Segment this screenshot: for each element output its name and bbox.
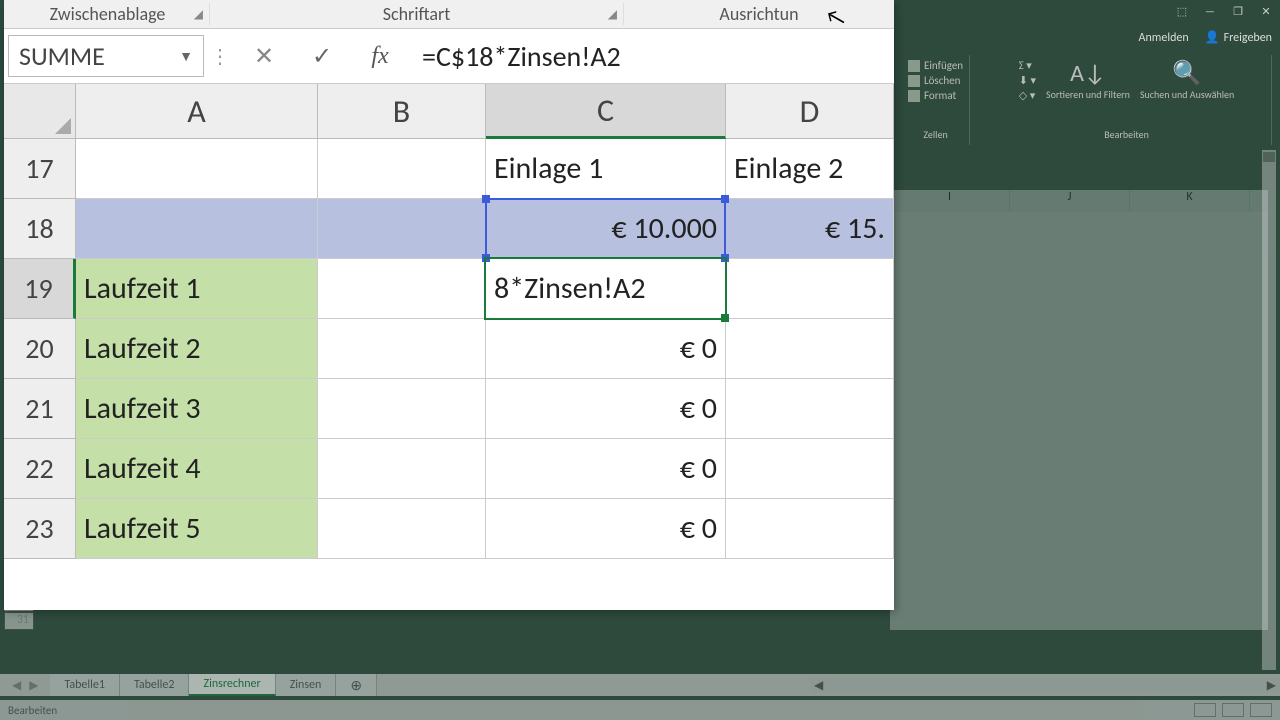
clipboard-launcher-icon[interactable]: ◢ bbox=[194, 7, 203, 22]
autosum-button[interactable]: Σ ▾ bbox=[1019, 59, 1036, 72]
fill-button[interactable]: ⬇ ▾ bbox=[1019, 74, 1036, 87]
cell-B19[interactable] bbox=[318, 259, 486, 319]
row-header-20[interactable]: 20 bbox=[4, 319, 76, 379]
cell-C21[interactable]: € 0 bbox=[486, 379, 726, 439]
close-button[interactable]: ✕ bbox=[1252, 0, 1280, 22]
col-header-J[interactable]: J bbox=[1010, 190, 1130, 212]
cell-B18[interactable] bbox=[318, 199, 486, 259]
cell-A22[interactable]: Laufzeit 4 bbox=[76, 439, 318, 499]
namebox-resize-handle[interactable]: ⋮ bbox=[210, 44, 230, 69]
cell-B20[interactable] bbox=[318, 319, 486, 379]
cell-C18[interactable]: € 10.000 bbox=[486, 199, 726, 259]
cell-A17[interactable] bbox=[76, 139, 318, 199]
add-sheet-button[interactable]: ⊕ bbox=[336, 674, 377, 696]
fill-handle[interactable] bbox=[721, 314, 729, 322]
cell-C20[interactable]: € 0 bbox=[486, 319, 726, 379]
format-cells-button[interactable]: Format bbox=[908, 89, 963, 102]
horizontal-scrollbar[interactable]: ◀▶ bbox=[810, 678, 1280, 692]
share-icon: 👤 bbox=[1205, 30, 1220, 45]
cell-D20[interactable] bbox=[726, 319, 894, 379]
row-header-22[interactable]: 22 bbox=[4, 439, 76, 499]
row-header-18[interactable]: 18 bbox=[4, 199, 76, 259]
status-mode: Bearbeiten bbox=[8, 704, 57, 717]
sheet-nav-prev[interactable]: ◀ bbox=[12, 678, 21, 693]
vertical-scrollbar[interactable] bbox=[1262, 150, 1276, 670]
cell-B22[interactable] bbox=[318, 439, 486, 499]
col-header-I[interactable]: I bbox=[890, 190, 1010, 212]
cell-C19[interactable]: 8*Zinsen!A2 bbox=[486, 259, 726, 319]
cell-B17[interactable] bbox=[318, 139, 486, 199]
sheet-tab-bar: ◀ ▶ Tabelle1 Tabelle2 Zinsrechner Zinsen… bbox=[0, 674, 1280, 696]
cell-C17[interactable]: Einlage 1 bbox=[486, 139, 726, 199]
signin-link[interactable]: Anmelden bbox=[1139, 31, 1189, 45]
cell-A18[interactable] bbox=[76, 199, 318, 259]
minimize-button[interactable]: — bbox=[1196, 0, 1224, 22]
row-header-17[interactable]: 17 bbox=[4, 139, 76, 199]
ribbon-group-cells: Einfügen Löschen Format Zellen bbox=[902, 55, 970, 145]
row-header-23[interactable]: 23 bbox=[4, 499, 76, 559]
view-pagebreak-button[interactable] bbox=[1250, 703, 1272, 717]
share-button[interactable]: 👤Freigeben bbox=[1205, 30, 1272, 45]
restore-button[interactable]: ❐ bbox=[1224, 0, 1252, 22]
cell-A21[interactable]: Laufzeit 3 bbox=[76, 379, 318, 439]
ribbon-label-clipboard: Zwischenablage bbox=[50, 3, 166, 25]
select-all-corner[interactable] bbox=[4, 84, 76, 139]
cell-D17[interactable]: Einlage 2 bbox=[726, 139, 894, 199]
row-header-21[interactable]: 21 bbox=[4, 379, 76, 439]
chevron-down-icon[interactable]: ▼ bbox=[179, 48, 193, 65]
sheet-tab-zinsrechner[interactable]: Zinsrechner bbox=[189, 674, 275, 696]
sheet-tab-tabelle1[interactable]: Tabelle1 bbox=[50, 674, 120, 696]
cell-A19[interactable]: Laufzeit 1 bbox=[76, 259, 318, 319]
sheet-tab-zinsen[interactable]: Zinsen bbox=[276, 674, 337, 696]
sort-filter-button[interactable]: A↓ Sortieren und Filtern bbox=[1046, 59, 1130, 101]
ribbon-label-alignment: Ausrichtun bbox=[719, 3, 798, 25]
col-header-D[interactable]: D bbox=[726, 84, 894, 139]
status-bar: Bearbeiten bbox=[0, 700, 1280, 720]
cell-D22[interactable] bbox=[726, 439, 894, 499]
delete-cells-button[interactable]: Löschen bbox=[908, 74, 963, 87]
font-launcher-icon[interactable]: ◢ bbox=[608, 7, 617, 22]
background-grid[interactable]: I J K bbox=[890, 190, 1268, 630]
ribbon-label-font: Schriftart bbox=[383, 3, 451, 25]
clear-button[interactable]: ◇ ▾ bbox=[1019, 89, 1036, 102]
formula-bar-input[interactable] bbox=[414, 35, 890, 77]
view-normal-button[interactable] bbox=[1194, 703, 1216, 717]
name-box[interactable]: SUMME ▼ bbox=[8, 35, 204, 77]
cell-B23[interactable] bbox=[318, 499, 486, 559]
sheet-nav-next[interactable]: ▶ bbox=[29, 678, 38, 693]
cell-B21[interactable] bbox=[318, 379, 486, 439]
cell-C23[interactable]: € 0 bbox=[486, 499, 726, 559]
insert-function-button[interactable]: fx bbox=[352, 35, 408, 77]
sheet-tab-tabelle2[interactable]: Tabelle2 bbox=[120, 674, 190, 696]
cell-D21[interactable] bbox=[726, 379, 894, 439]
cell-A20[interactable]: Laufzeit 2 bbox=[76, 319, 318, 379]
ribbon-options-button[interactable]: ⬚ bbox=[1168, 0, 1196, 22]
cell-D19[interactable] bbox=[726, 259, 894, 319]
cell-D23[interactable] bbox=[726, 499, 894, 559]
cell-A23[interactable]: Laufzeit 5 bbox=[76, 499, 318, 559]
row-header-31[interactable]: 31 bbox=[4, 612, 34, 630]
col-header-B[interactable]: B bbox=[318, 84, 486, 139]
ribbon-group-edit: Σ ▾ ⬇ ▾ ◇ ▾ A↓ Sortieren und Filtern 🔍 S… bbox=[982, 55, 1272, 145]
enter-formula-button[interactable]: ✓ bbox=[294, 35, 350, 77]
cancel-formula-button[interactable]: ✕ bbox=[236, 35, 292, 77]
row-header-19[interactable]: 19 bbox=[4, 259, 76, 319]
insert-cells-button[interactable]: Einfügen bbox=[908, 59, 963, 72]
col-header-A[interactable]: A bbox=[76, 84, 318, 139]
col-header-K[interactable]: K bbox=[1130, 190, 1250, 212]
window-controls: ⬚ — ❐ ✕ bbox=[1168, 0, 1280, 22]
cell-D18[interactable]: € 15. bbox=[726, 199, 894, 259]
ribbon-label-edit: Bearbeiten bbox=[1104, 128, 1149, 141]
col-header-C[interactable]: C bbox=[486, 84, 726, 139]
cell-C22[interactable]: € 0 bbox=[486, 439, 726, 499]
find-select-button[interactable]: 🔍 Suchen und Auswählen bbox=[1140, 59, 1234, 101]
view-layout-button[interactable] bbox=[1222, 703, 1244, 717]
ribbon-label-cells: Zellen bbox=[923, 128, 947, 141]
